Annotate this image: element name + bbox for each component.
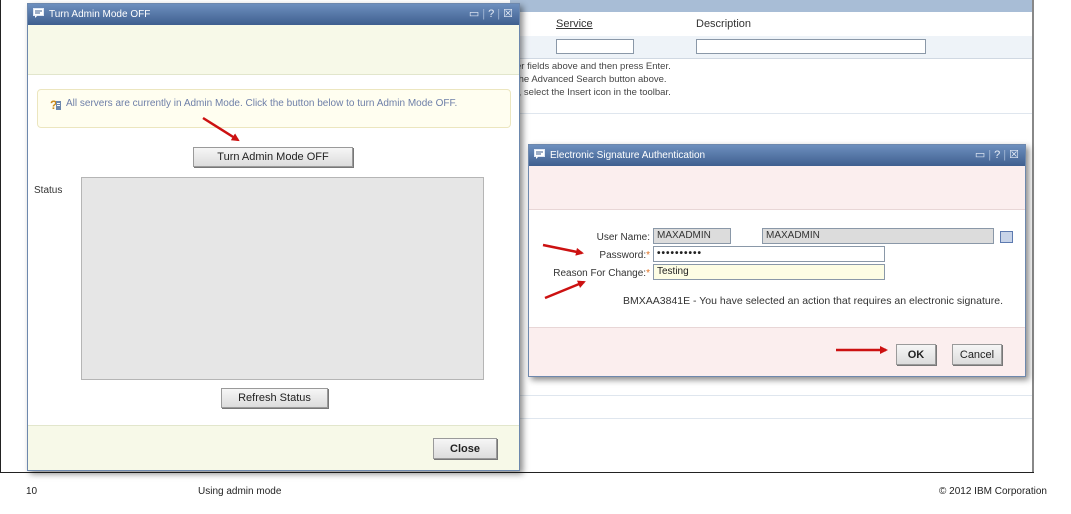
minimize-icon[interactable]: ▭ [975, 148, 985, 161]
user-name-field: MAXADMIN [653, 228, 731, 244]
admin-dialog-footer: Close [28, 425, 519, 470]
esig-message: BMXAA3841E - You have selected an action… [623, 295, 1003, 307]
background-hint-line: the Advanced Search button above. [516, 74, 667, 85]
refresh-status-button[interactable]: Refresh Status [221, 388, 328, 408]
background-filter-row [510, 36, 1032, 59]
background-app-header [510, 0, 1032, 12]
cancel-button[interactable]: Cancel [952, 344, 1002, 365]
admin-dialog-title: Turn Admin Mode OFF [49, 9, 151, 20]
service-filter-input[interactable] [556, 39, 634, 54]
close-icon[interactable]: ☒ [503, 7, 513, 20]
slide-frame-bottom [0, 472, 1034, 473]
password-input[interactable]: •••••••••• [653, 246, 885, 262]
reason-for-change-input[interactable]: Testing [653, 264, 885, 280]
esig-dialog-footer: OK Cancel [529, 327, 1025, 376]
status-label: Status [34, 185, 63, 196]
esig-dialog-toolbar-band [529, 166, 1025, 210]
background-divider [510, 418, 1032, 419]
user-name-label: User Name: [596, 232, 650, 243]
help-icon[interactable]: ? [488, 8, 494, 20]
admin-mode-dialog: Turn Admin Mode OFF ▭ |? | ☒ ? All servers … [27, 3, 520, 471]
service-column-header[interactable]: Service [556, 18, 593, 30]
esig-dialog-title: Electronic Signature Authentication [550, 150, 706, 161]
user-display-name-field: MAXADMIN [762, 228, 994, 244]
admin-info-message: All servers are currently in Admin Mode.… [66, 98, 458, 109]
password-label-text: Password: [599, 250, 647, 261]
close-icon[interactable]: ☒ [1009, 148, 1019, 161]
reason-for-change-label: Reason For Change:* [529, 268, 650, 279]
required-marker: * [646, 268, 650, 279]
ok-button[interactable]: OK [896, 344, 936, 365]
lookup-icon[interactable] [1000, 231, 1013, 243]
copyright-notice: © 2012 IBM Corporation [939, 486, 1047, 497]
password-label: Password:* [569, 250, 650, 261]
help-icon[interactable]: ? [994, 149, 1000, 161]
minimize-icon[interactable]: ▭ [469, 7, 479, 20]
background-divider [510, 395, 1032, 396]
turn-admin-mode-off-button[interactable]: Turn Admin Mode OFF [193, 147, 353, 167]
info-icon: ? [50, 98, 61, 112]
dialog-icon [534, 149, 545, 159]
background-table-header: Service Description [510, 12, 1032, 37]
slide-frame-right [1032, 0, 1034, 472]
admin-dialog-toolbar-band [28, 25, 519, 75]
esig-dialog-titlebar[interactable]: Electronic Signature Authentication ▭ |? |… [529, 145, 1025, 166]
description-filter-input[interactable] [696, 39, 926, 54]
background-divider [510, 113, 1032, 114]
close-button[interactable]: Close [433, 438, 497, 459]
slide-title: Using admin mode [198, 486, 282, 497]
dialog-icon [33, 8, 44, 18]
required-marker: * [646, 250, 650, 261]
admin-dialog-controls: ▭ |? | ☒ [468, 7, 513, 20]
description-column-header: Description [696, 18, 752, 30]
background-hint-line: I, select the Insert icon in the toolbar… [516, 87, 671, 98]
reason-label-text: Reason For Change: [553, 268, 647, 279]
slide-page-number: 10 [26, 486, 38, 497]
esig-dialog-controls: ▭ |? | ☒ [974, 148, 1019, 161]
status-textarea[interactable] [81, 177, 484, 380]
admin-dialog-titlebar[interactable]: Turn Admin Mode OFF ▭ |? | ☒ [28, 4, 519, 25]
esig-dialog: Electronic Signature Authentication ▭ |? |… [528, 144, 1026, 377]
background-hint-line: er fields above and then press Enter. [516, 61, 671, 72]
slide-frame-left [0, 0, 1, 472]
admin-info-box: ? All servers are currently in Admin Mod… [37, 89, 511, 128]
